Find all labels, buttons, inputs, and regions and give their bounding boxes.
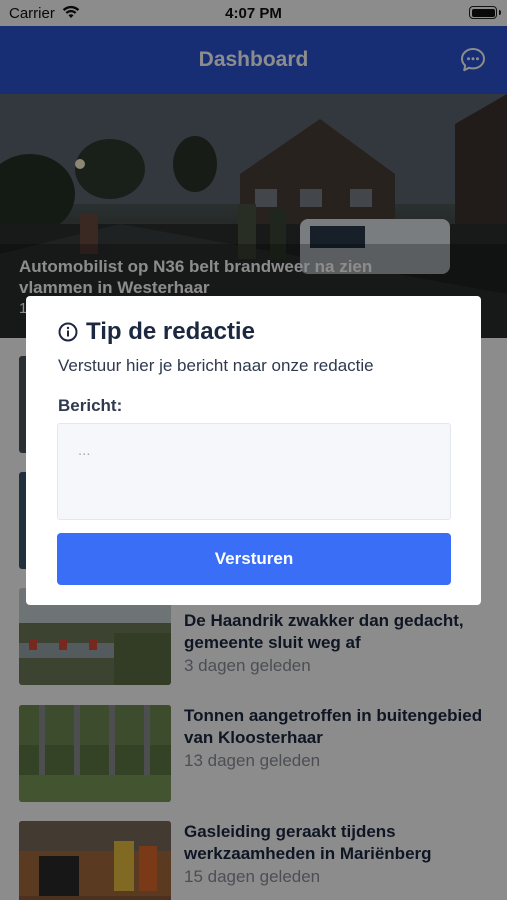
modal-title: Tip de redactie — [86, 318, 255, 345]
message-input[interactable] — [57, 423, 451, 520]
message-label: Bericht: — [58, 396, 123, 415]
tip-modal: Tip de redactie Verstuur hier je bericht… — [26, 296, 481, 605]
modal-subtitle: Verstuur hier je bericht naar onze redac… — [58, 356, 374, 375]
info-icon — [58, 322, 78, 342]
submit-button[interactable]: Versturen — [57, 533, 451, 585]
modal-header: Tip de redactie — [58, 318, 255, 346]
